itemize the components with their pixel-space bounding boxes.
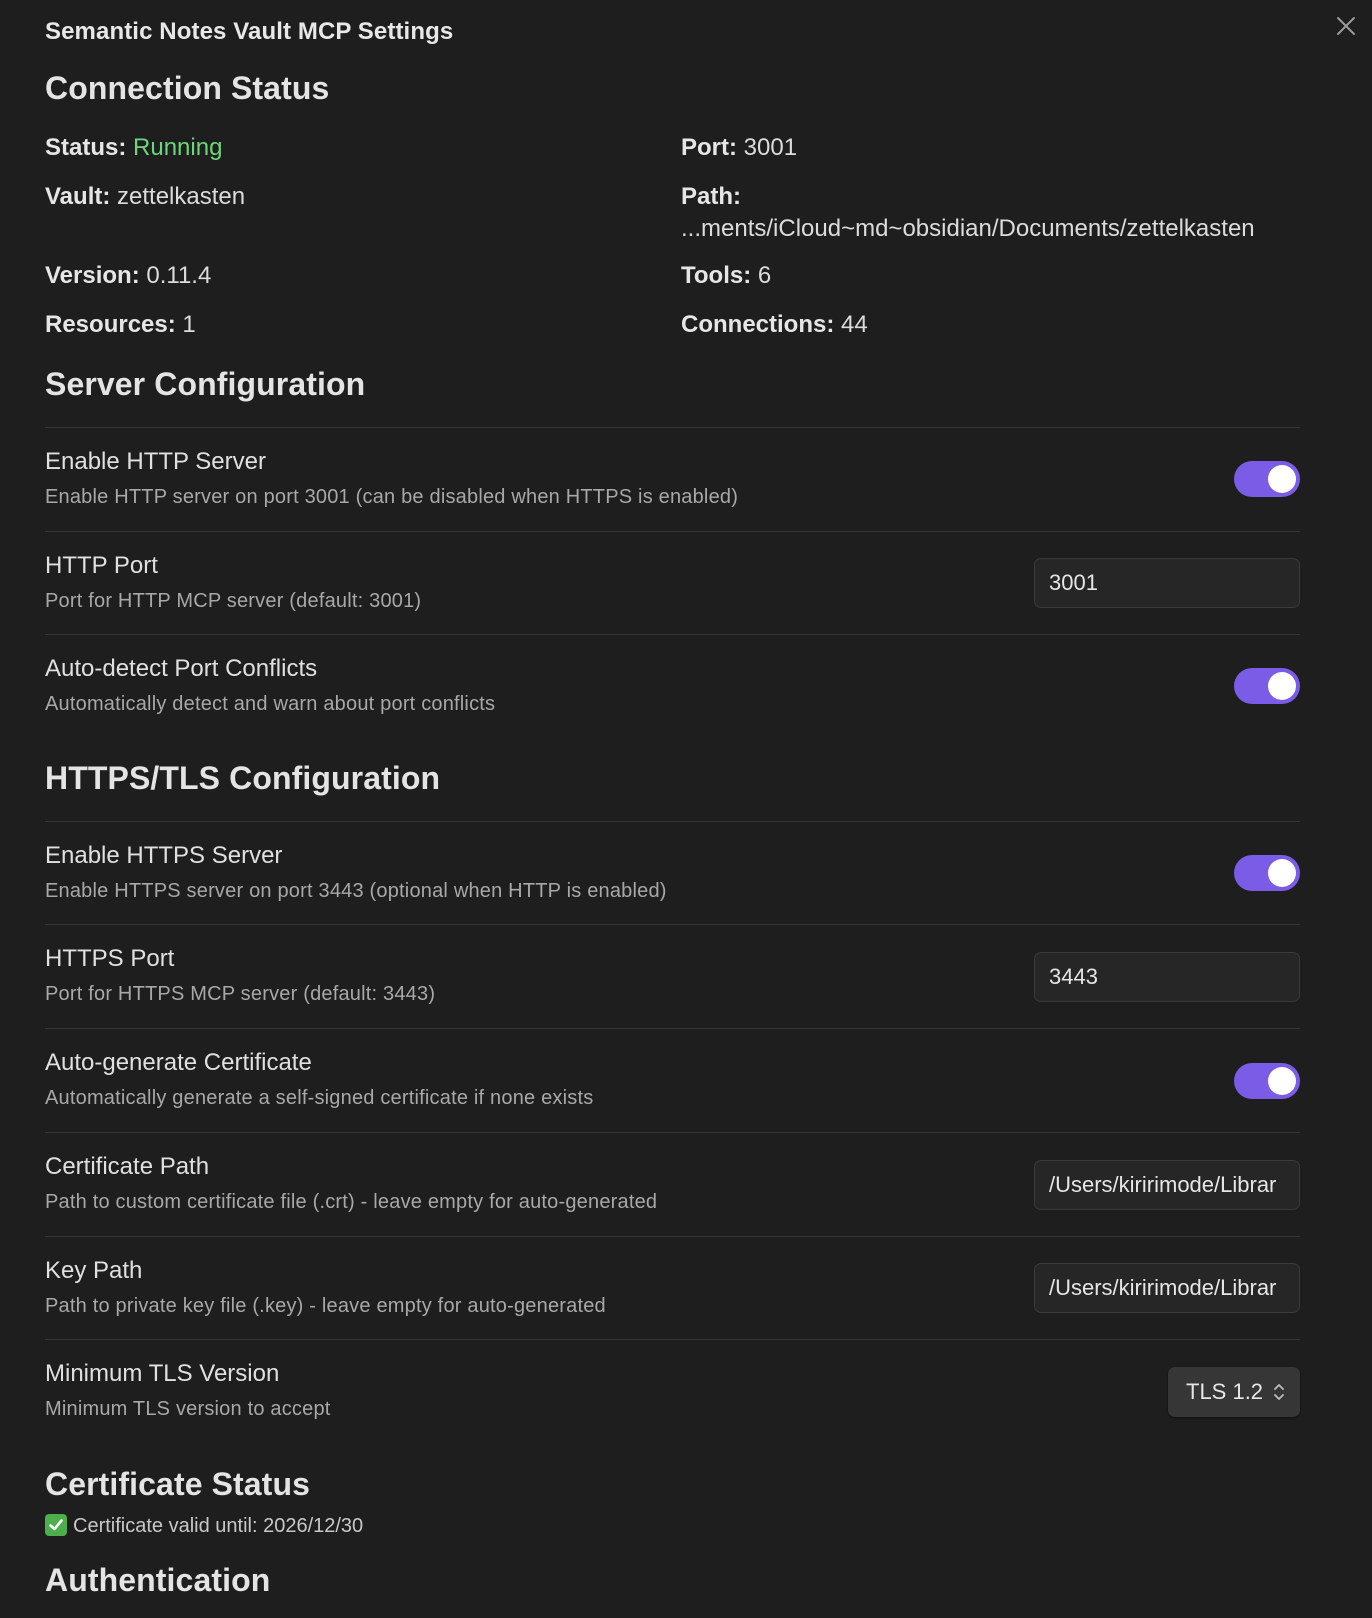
setting-name: HTTPS Port (45, 945, 175, 972)
setting-name: Enable HTTPS Server (45, 842, 283, 869)
port-value: 3001 (743, 134, 798, 161)
server-config-heading: Server Configuration (45, 366, 366, 402)
setting-name: Certificate Path (45, 1153, 210, 1180)
close-icon[interactable] (1334, 14, 1358, 38)
port-row: Port: 3001 (681, 132, 797, 164)
divider (45, 1028, 1300, 1029)
connections-value: 44 (841, 311, 868, 338)
setting-auto-detect: Auto-detect Port Conflicts Automatically… (45, 655, 1300, 735)
setting-desc: Enable HTTP server on port 3001 (can be … (45, 486, 739, 508)
https-port-input[interactable] (1034, 952, 1300, 1002)
key-path-input[interactable] (1034, 1263, 1300, 1313)
resources-label: Resources: (45, 311, 176, 338)
https-config-heading: HTTPS/TLS Configuration (45, 760, 441, 796)
chevron-updown-icon (1274, 1384, 1284, 1400)
status-value: Running (133, 134, 223, 161)
divider (45, 1236, 1300, 1237)
divider (45, 1339, 1300, 1340)
setting-enable-http: Enable HTTP Server Enable HTTP server on… (45, 448, 1300, 528)
resources-row: Resources: 1 (45, 309, 196, 341)
certificate-status-text: Certificate valid until: 2026/12/30 (73, 1515, 364, 1537)
resources-value: 1 (182, 311, 196, 338)
setting-auto-cert: Auto-generate Certificate Automatically … (45, 1049, 1300, 1129)
path-label: Path: (681, 183, 741, 210)
setting-key-path: Key Path Path to private key file (.key)… (45, 1257, 1300, 1337)
min-tls-select[interactable]: TLS 1.2 (1168, 1367, 1300, 1417)
connection-status-heading: Connection Status (45, 70, 330, 106)
divider (45, 924, 1300, 925)
version-label: Version: (45, 262, 140, 289)
setting-min-tls: Minimum TLS Version Minimum TLS version … (45, 1360, 1300, 1440)
modal-title: Semantic Notes Vault MCP Settings (45, 18, 454, 45)
toggle-knob (1268, 1067, 1296, 1095)
version-row: Version: 0.11.4 (45, 260, 211, 292)
setting-name: HTTP Port (45, 552, 158, 579)
tools-label: Tools: (681, 262, 752, 289)
setting-enable-https: Enable HTTPS Server Enable HTTPS server … (45, 842, 1300, 922)
certificate-status-line: Certificate valid until: 2026/12/30 (45, 1514, 363, 1538)
tools-value: 6 (757, 262, 772, 289)
cert-path-input[interactable] (1034, 1160, 1300, 1210)
setting-name: Key Path (45, 1257, 143, 1284)
divider (45, 531, 1300, 532)
setting-name: Auto-generate Certificate (45, 1049, 312, 1076)
status-row: Status: Running (45, 132, 222, 164)
certificate-status-heading: Certificate Status (45, 1466, 310, 1502)
setting-cert-path: Certificate Path Path to custom certific… (45, 1153, 1300, 1233)
auto-cert-toggle[interactable] (1234, 1063, 1300, 1099)
path-value: ...ments/iCloud~md~obsidian/Documents/ze… (681, 215, 1255, 242)
divider (45, 821, 1300, 822)
tools-row: Tools: 6 (681, 260, 771, 292)
vault-value: zettelkasten (117, 183, 246, 210)
auto-detect-toggle[interactable] (1234, 668, 1300, 704)
toggle-knob (1268, 859, 1296, 887)
enable-https-toggle[interactable] (1234, 855, 1300, 891)
divider (45, 634, 1300, 635)
connections-label: Connections: (681, 311, 835, 338)
setting-desc: Port for HTTPS MCP server (default: 3443… (45, 983, 436, 1005)
setting-desc: Port for HTTP MCP server (default: 3001) (45, 590, 422, 612)
setting-desc: Minimum TLS version to accept (45, 1398, 331, 1420)
setting-https-port: HTTPS Port Port for HTTPS MCP server (de… (45, 945, 1300, 1025)
vault-label: Vault: (45, 183, 111, 210)
setting-desc: Path to custom certificate file (.crt) -… (45, 1191, 658, 1213)
status-label: Status: (45, 134, 127, 161)
setting-http-port: HTTP Port Port for HTTP MCP server (defa… (45, 552, 1300, 632)
toggle-knob (1268, 465, 1296, 493)
divider (45, 427, 1300, 428)
setting-name: Minimum TLS Version (45, 1360, 280, 1387)
vault-row: Vault: zettelkasten (45, 181, 245, 213)
setting-desc: Path to private key file (.key) - leave … (45, 1295, 606, 1317)
divider (45, 1132, 1300, 1133)
path-row: Path: ...ments/iCloud~md~obsidian/Docume… (681, 181, 1255, 245)
authentication-heading: Authentication (45, 1562, 271, 1598)
min-tls-value: TLS 1.2 (1186, 1379, 1264, 1404)
enable-http-toggle[interactable] (1234, 461, 1300, 497)
setting-desc: Enable HTTPS server on port 3443 (option… (45, 880, 667, 902)
connections-row: Connections: 44 (681, 309, 868, 341)
setting-desc: Automatically detect and warn about port… (45, 693, 496, 715)
setting-name: Enable HTTP Server (45, 448, 266, 475)
http-port-input[interactable] (1034, 558, 1300, 608)
version-value: 0.11.4 (146, 262, 212, 289)
check-icon (45, 1514, 67, 1536)
toggle-knob (1268, 672, 1296, 700)
port-label: Port: (681, 134, 737, 161)
setting-desc: Automatically generate a self-signed cer… (45, 1087, 594, 1109)
setting-name: Auto-detect Port Conflicts (45, 655, 318, 682)
